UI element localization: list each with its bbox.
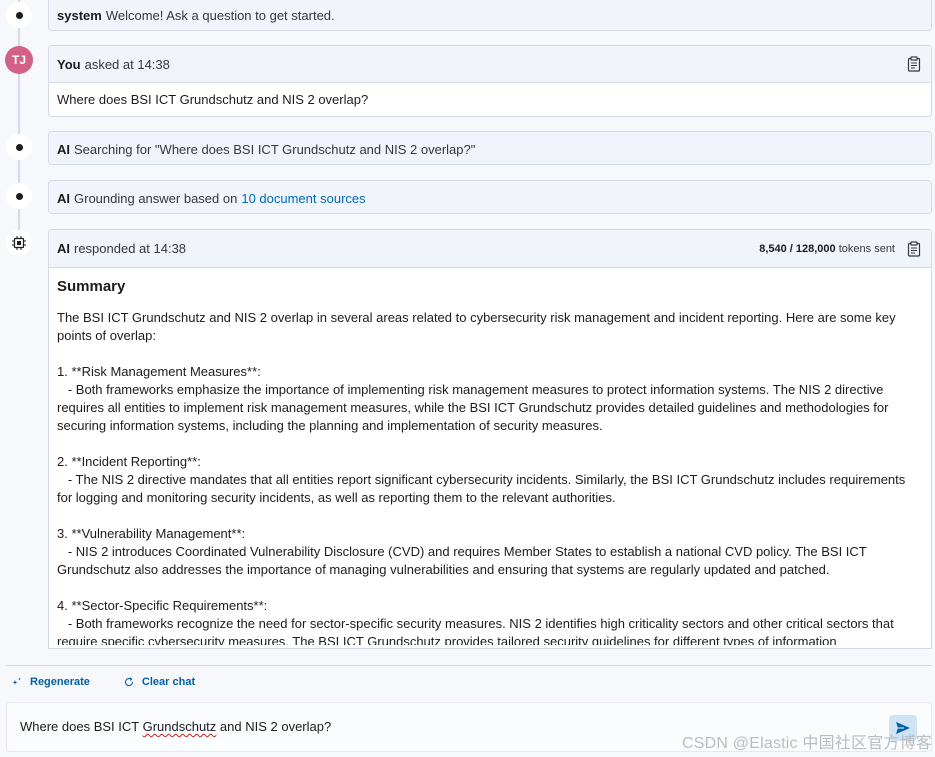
message-text: Welcome! Ask a question to get started.: [105, 7, 335, 23]
tokens-label: tokens sent: [838, 242, 895, 255]
message-author: AI: [57, 241, 70, 256]
message-author: AI: [57, 190, 70, 206]
timeline-dot-search: [4, 132, 34, 162]
grounding-message: AI Grounding answer based on 10 document…: [48, 180, 932, 214]
message-text: Grounding answer based on: [74, 190, 238, 206]
document-sources-link[interactable]: 10 document sources: [241, 191, 365, 206]
watermark: CSDN @Elastic 中国社区官方博客: [682, 735, 932, 752]
message-author: AI: [57, 141, 70, 157]
sparkles-icon: [12, 677, 21, 685]
tokens-sent: 8,540 / 128,000 tokens sent: [759, 243, 895, 255]
clipboard-icon: [907, 240, 921, 257]
chat-actions: Regenerate Clear chat: [12, 676, 195, 688]
tokens-count: 8,540 / 128,000: [759, 242, 836, 255]
response-heading: Summary: [57, 278, 126, 295]
message-timestamp: responded at 14:38: [74, 241, 187, 256]
ai-response-marker: [4, 228, 34, 258]
clear-chat-label: Clear chat: [141, 676, 196, 688]
avatar: TJ: [5, 46, 33, 74]
message-author: system: [57, 7, 102, 23]
regenerate-label: Regenerate: [30, 676, 90, 688]
dot-icon: [15, 192, 23, 200]
user-message: You asked at 14:38 Where does BSI ICT Gr…: [48, 45, 932, 117]
copy-button[interactable]: [905, 55, 923, 73]
dot-icon: [15, 143, 23, 151]
message-timestamp: asked at 14:38: [84, 56, 170, 72]
response-paragraph: 3. **Vulnerability Management**: - NIS 2…: [57, 526, 867, 577]
response-paragraph: 2. **Incident Reporting**: - The NIS 2 d…: [57, 454, 906, 505]
prompt-text-misspelled: Grundschutz: [142, 719, 217, 734]
message-body: Where does BSI ICT Grundschutz and NIS 2…: [49, 82, 931, 116]
divider: [6, 665, 932, 666]
regenerate-button[interactable]: Regenerate: [12, 676, 90, 688]
timeline-dot-grounding: [4, 181, 34, 211]
prompt-value[interactable]: Where does BSI ICT Grundschutz and NIS 2…: [20, 719, 331, 734]
dot-icon: [15, 11, 23, 19]
refresh-icon: [124, 677, 133, 687]
timeline-dot-system: [4, 0, 34, 30]
clear-chat-button[interactable]: Clear chat: [124, 676, 195, 688]
clipboard-icon: [907, 56, 921, 72]
compute-icon: [12, 236, 26, 250]
response-paragraph: 4. **Sector-Specific Requirements**: - B…: [57, 598, 894, 645]
prompt-text-before: Where does BSI ICT: [20, 719, 143, 734]
response-body: Summary The BSI ICT Grundschutz and NIS …: [49, 267, 931, 645]
message-text: Searching for "Where does BSI ICT Grunds…: [74, 141, 476, 157]
ai-response-message: AI responded at 14:38 8,540 / 128,000 to…: [48, 229, 932, 649]
response-paragraph: 1. **Risk Management Measures**: - Both …: [57, 364, 889, 433]
response-paragraph: The BSI ICT Grundschutz and NIS 2 overla…: [57, 310, 900, 343]
user-avatar-marker: TJ: [4, 45, 34, 75]
prompt-text-after: and NIS 2 overlap?: [216, 719, 332, 734]
copy-button[interactable]: [905, 240, 923, 258]
search-message: AI Searching for "Where does BSI ICT Gru…: [48, 131, 932, 165]
message-author: You: [57, 56, 81, 72]
system-message: system Welcome! Ask a question to get st…: [48, 0, 932, 31]
